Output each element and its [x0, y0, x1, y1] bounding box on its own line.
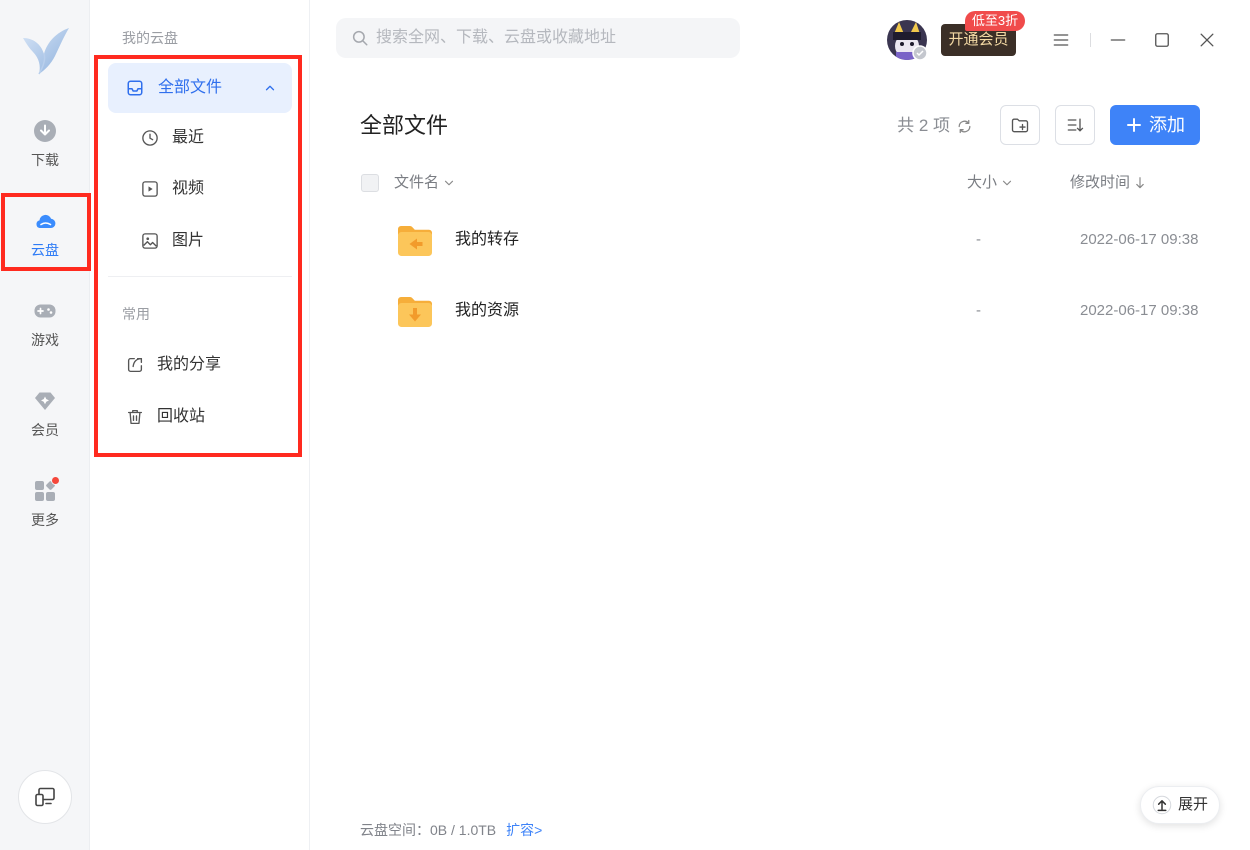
page-title: 全部文件 [360, 113, 449, 138]
column-header-label: 修改时间 [1070, 174, 1131, 191]
rail-item-download[interactable]: 下载 [0, 100, 90, 190]
file-size: - [976, 302, 981, 319]
sidebar-item-label: 我的分享 [157, 356, 222, 373]
storage-usage: 云盘空间：0B / 1.0TB [360, 822, 497, 838]
device-switch-button[interactable] [18, 770, 72, 824]
chevron-down-icon [1000, 176, 1014, 190]
user-avatar[interactable] [886, 19, 928, 61]
device-switch-icon [34, 786, 56, 808]
storage-footer: 云盘空间：0B / 1.0TB 扩容> [360, 820, 542, 840]
minimize-icon[interactable] [1108, 30, 1128, 50]
file-modified: 2022-06-17 09:38 [1080, 231, 1199, 248]
file-modified: 2022-06-17 09:38 [1080, 302, 1199, 319]
rail-item-cloud[interactable]: 云盘 [0, 190, 90, 280]
sidebar-item-all-files[interactable]: 全部文件 [108, 63, 292, 113]
rail-item-label: 会员 [31, 422, 59, 438]
sidebar-item-video[interactable]: 视频 [108, 167, 292, 211]
column-header-name[interactable]: 文件名 [394, 173, 456, 193]
sidebar-item-label: 视频 [172, 180, 205, 197]
file-name: 我的资源 [455, 302, 520, 319]
gamepad-icon [33, 299, 57, 323]
rail-item-games[interactable]: 游戏 [0, 280, 90, 370]
new-folder-icon [1010, 115, 1030, 135]
close-icon[interactable] [1197, 30, 1217, 50]
sidebar-item-label: 回收站 [157, 408, 206, 425]
sidebar-item-label: 全部文件 [158, 79, 223, 96]
upload-icon [1152, 795, 1172, 815]
file-name: 我的转存 [455, 231, 520, 248]
section-title-my-cloud: 我的云盘 [122, 30, 178, 46]
primary-nav-rail: 下载 云盘 游戏 会员 更多 [0, 0, 90, 850]
section-title-common: 常用 [122, 306, 150, 322]
column-header-label: 大小 [967, 174, 998, 191]
plus-icon [1125, 116, 1143, 134]
rail-item-label: 更多 [31, 512, 59, 528]
cloud-drive-window: 下载 云盘 游戏 会员 更多 我的云盘 全部文件 最近 视频 图片 常用 我的分… [0, 0, 1250, 850]
menu-icon[interactable] [1051, 30, 1071, 50]
search-input[interactable] [376, 18, 726, 58]
download-icon [33, 119, 57, 143]
chevron-up-icon[interactable] [263, 81, 277, 95]
xunlei-bird-logo-icon [19, 24, 71, 76]
vip-discount-badge: 低至3折 [965, 11, 1025, 31]
cloud-icon [33, 209, 57, 233]
rail-item-label: 下载 [31, 152, 59, 168]
sidebar-item-recycle-bin[interactable]: 回收站 [108, 395, 292, 439]
inbox-icon [126, 79, 144, 97]
add-button[interactable]: 添加 [1110, 105, 1200, 145]
sidebar-divider [108, 276, 292, 277]
file-size: - [976, 231, 981, 248]
column-header-modified[interactable]: 修改时间 [1070, 173, 1147, 193]
folder-download-icon [395, 291, 435, 331]
arrow-down-icon [1133, 176, 1147, 190]
cloud-sidebar: 我的云盘 全部文件 最近 视频 图片 常用 我的分享 回收站 [90, 0, 310, 850]
chevron-down-icon [442, 176, 456, 190]
rail-item-label: 游戏 [31, 332, 59, 348]
video-icon [141, 180, 159, 198]
item-count-label: 共 2 项 [897, 116, 950, 135]
maximize-icon[interactable] [1152, 30, 1172, 50]
add-button-label: 添加 [1149, 115, 1185, 135]
search-icon [351, 29, 369, 47]
sidebar-item-label: 图片 [172, 232, 205, 249]
sidebar-item-recent[interactable]: 最近 [108, 116, 292, 160]
expand-button-label: 展开 [1177, 796, 1208, 813]
expand-storage-link[interactable]: 扩容> [506, 820, 542, 840]
rail-item-more[interactable]: 更多 [0, 460, 90, 550]
sort-button[interactable] [1055, 105, 1095, 145]
file-row[interactable]: 我的资源 - 2022-06-17 09:38 [360, 276, 1220, 346]
clock-icon [141, 129, 159, 147]
new-folder-button[interactable] [1000, 105, 1040, 145]
refresh-icon[interactable] [956, 118, 973, 135]
sidebar-item-images[interactable]: 图片 [108, 219, 292, 263]
trash-icon [126, 408, 144, 426]
expand-transfer-button[interactable]: 展开 [1140, 786, 1220, 824]
column-header-size[interactable]: 大小 [967, 173, 1014, 193]
select-all-checkbox[interactable] [361, 174, 379, 192]
file-row[interactable]: 我的转存 - 2022-06-17 09:38 [360, 205, 1220, 275]
search-bar [336, 18, 740, 58]
sidebar-item-label: 最近 [172, 129, 205, 146]
folder-transfer-icon [395, 220, 435, 260]
sort-icon [1065, 115, 1085, 135]
rail-item-vip[interactable]: 会员 [0, 370, 90, 460]
column-header-label: 文件名 [394, 174, 440, 191]
rail-item-label: 云盘 [31, 242, 59, 258]
share-icon [126, 356, 144, 374]
diamond-icon [33, 389, 57, 413]
item-count: 共 2 项 [897, 115, 973, 137]
sidebar-item-my-shares[interactable]: 我的分享 [108, 343, 292, 387]
image-icon [141, 232, 159, 250]
notification-dot [51, 476, 60, 485]
titlebar-separator [1090, 33, 1091, 47]
